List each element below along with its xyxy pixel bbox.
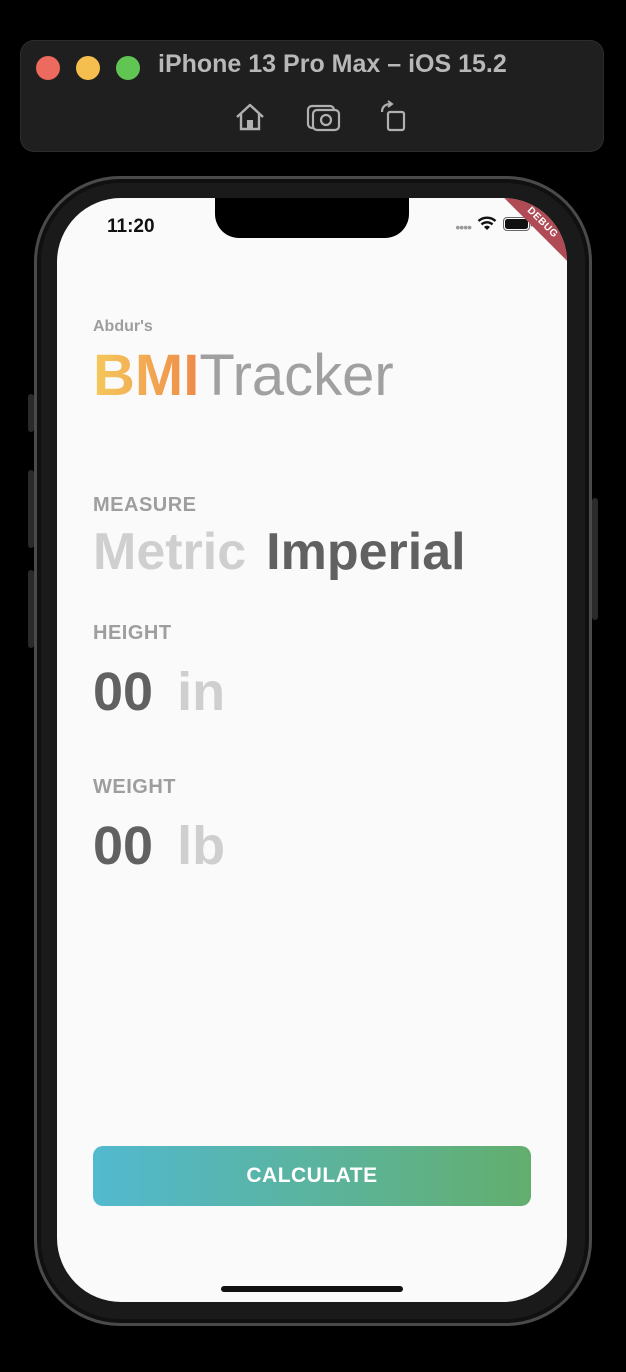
status-time: 11:20 [107,216,155,237]
height-input[interactable]: 00 in [93,660,225,724]
measure-label: MEASURE [93,494,197,516]
app-title: BMITracker [93,340,394,412]
weight-unit: lb [177,816,226,876]
zoom-window-button[interactable] [116,56,140,80]
simulator-title: iPhone 13 Pro Max – iOS 15.2 [158,50,507,78]
measure-option-imperial[interactable]: Imperial [266,523,465,581]
app-screen: 11:20 •••• DEBUG Abdur's BMITracker MEAS… [57,198,567,1302]
home-indicator [221,1286,403,1292]
measure-toggle: Metric Imperial [93,520,466,584]
weight-input[interactable]: 00 lb [93,814,225,878]
app-title-bmi: BMI [93,343,200,408]
close-window-button[interactable] [36,56,60,80]
wifi-icon [477,216,497,237]
screenshot-icon[interactable] [305,100,341,134]
minimize-window-button[interactable] [76,56,100,80]
home-icon[interactable] [232,100,268,134]
weight-value[interactable]: 00 [93,816,153,876]
power-button [592,498,598,620]
rotate-icon[interactable] [378,100,414,134]
height-value[interactable]: 00 [93,662,153,722]
measure-option-metric[interactable]: Metric [93,523,246,581]
notch [215,198,409,238]
height-unit: in [177,662,226,722]
height-label: HEIGHT [93,622,172,644]
brand-owner: Abdur's [93,318,153,335]
app-title-tracker: Tracker [199,343,394,408]
weight-label: WEIGHT [93,776,176,798]
status-icons: •••• [455,216,533,237]
cellular-signal-icon: •••• [455,218,472,235]
calculate-button[interactable]: CALCULATE [93,1146,531,1206]
